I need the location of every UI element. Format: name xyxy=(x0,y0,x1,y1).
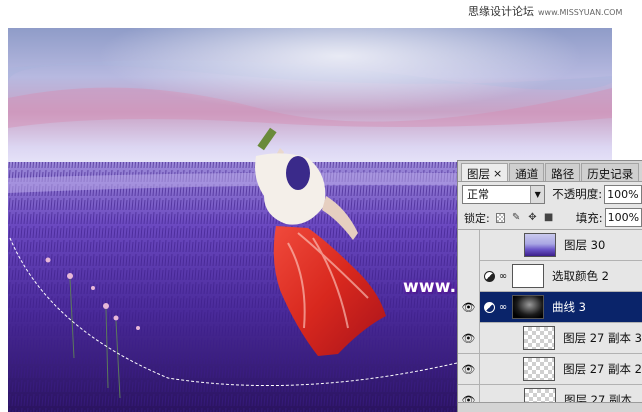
layer-thumbnail xyxy=(523,357,556,381)
watermark: 思缘设计论坛 www.MISSYUAN.COM xyxy=(468,3,642,23)
lock-fill-row: 锁定: ✎ ✥ ■ 填充: 100% xyxy=(458,206,642,230)
tab-layers-label: 图层 xyxy=(467,166,490,181)
close-icon[interactable]: × xyxy=(493,167,502,180)
fill-input[interactable]: 100% xyxy=(604,208,642,227)
panel-footer xyxy=(458,402,642,412)
layer-name: 图层 27 副本 3 xyxy=(563,331,642,345)
chevron-down-icon[interactable]: ▼ xyxy=(530,185,545,203)
layer-name: 曲线 3 xyxy=(552,300,586,314)
chain-icon[interactable]: ∞ xyxy=(498,271,508,282)
layer-thumbnail xyxy=(524,233,556,257)
layer-name: 选取颜色 2 xyxy=(552,269,609,283)
move-icon[interactable]: ✥ xyxy=(527,212,537,223)
eye-icon[interactable]: 👁 xyxy=(458,291,480,323)
tab-history[interactable]: 历史记录 xyxy=(581,163,640,181)
layer-name: 图层 27 副本 2 xyxy=(563,362,642,376)
tab-channels[interactable]: 通道 xyxy=(509,163,545,181)
watermark-text: 思缘设计论坛 xyxy=(468,5,534,18)
lock-icon[interactable]: ■ xyxy=(544,212,554,223)
lock-transparency-icon[interactable] xyxy=(495,212,506,223)
layer-name: 图层 30 xyxy=(564,238,606,252)
layer-row[interactable]: 👁 图层 27 副本 3 xyxy=(458,322,642,354)
layer-row[interactable]: 👁 图层 27 副本 2 xyxy=(458,353,642,385)
panel-tabs: 图层 × 通道 路径 历史记录 xyxy=(458,161,642,182)
tab-history-label: 历史记录 xyxy=(587,166,634,181)
eye-icon[interactable]: 👁 xyxy=(458,353,480,385)
watermark-url: www.MISSYUAN.COM xyxy=(538,8,623,17)
tab-layers[interactable]: 图层 × xyxy=(461,163,509,181)
blend-mode-value: 正常 xyxy=(467,188,489,201)
adjustment-layer-icon xyxy=(483,270,495,282)
layer-mask-thumbnail xyxy=(512,295,544,319)
brush-icon[interactable]: ✎ xyxy=(511,212,521,223)
layer-row[interactable]: 图层 30 xyxy=(458,229,642,261)
tab-paths[interactable]: 路径 xyxy=(545,163,581,181)
layer-row[interactable]: ∞ 选取颜色 2 xyxy=(458,260,642,292)
fill-label: 填充: xyxy=(575,210,603,225)
layers-panel[interactable]: 图层 × 通道 路径 历史记录 正常 ▼ 不透明度: 100% 锁定: ✎ ✥ … xyxy=(457,160,642,412)
tab-paths-label: 路径 xyxy=(551,166,575,181)
visibility-toggle[interactable] xyxy=(458,260,480,292)
chain-icon[interactable]: ∞ xyxy=(498,302,508,313)
layer-row-selected[interactable]: 👁 ∞ 曲线 3 xyxy=(458,291,642,323)
blend-mode-select[interactable]: 正常 ▼ xyxy=(462,184,546,204)
lock-label: 锁定: xyxy=(464,211,490,225)
layer-thumbnail xyxy=(523,326,556,350)
layer-mask-thumbnail xyxy=(512,264,544,288)
adjustment-layer-icon xyxy=(483,301,495,313)
opacity-label: 不透明度: xyxy=(552,187,603,201)
eye-icon[interactable]: 👁 xyxy=(458,322,480,354)
tab-channels-label: 通道 xyxy=(515,166,539,181)
visibility-toggle[interactable] xyxy=(458,229,480,261)
blend-opacity-row: 正常 ▼ 不透明度: 100% xyxy=(458,182,642,206)
opacity-input[interactable]: 100% xyxy=(604,184,642,204)
